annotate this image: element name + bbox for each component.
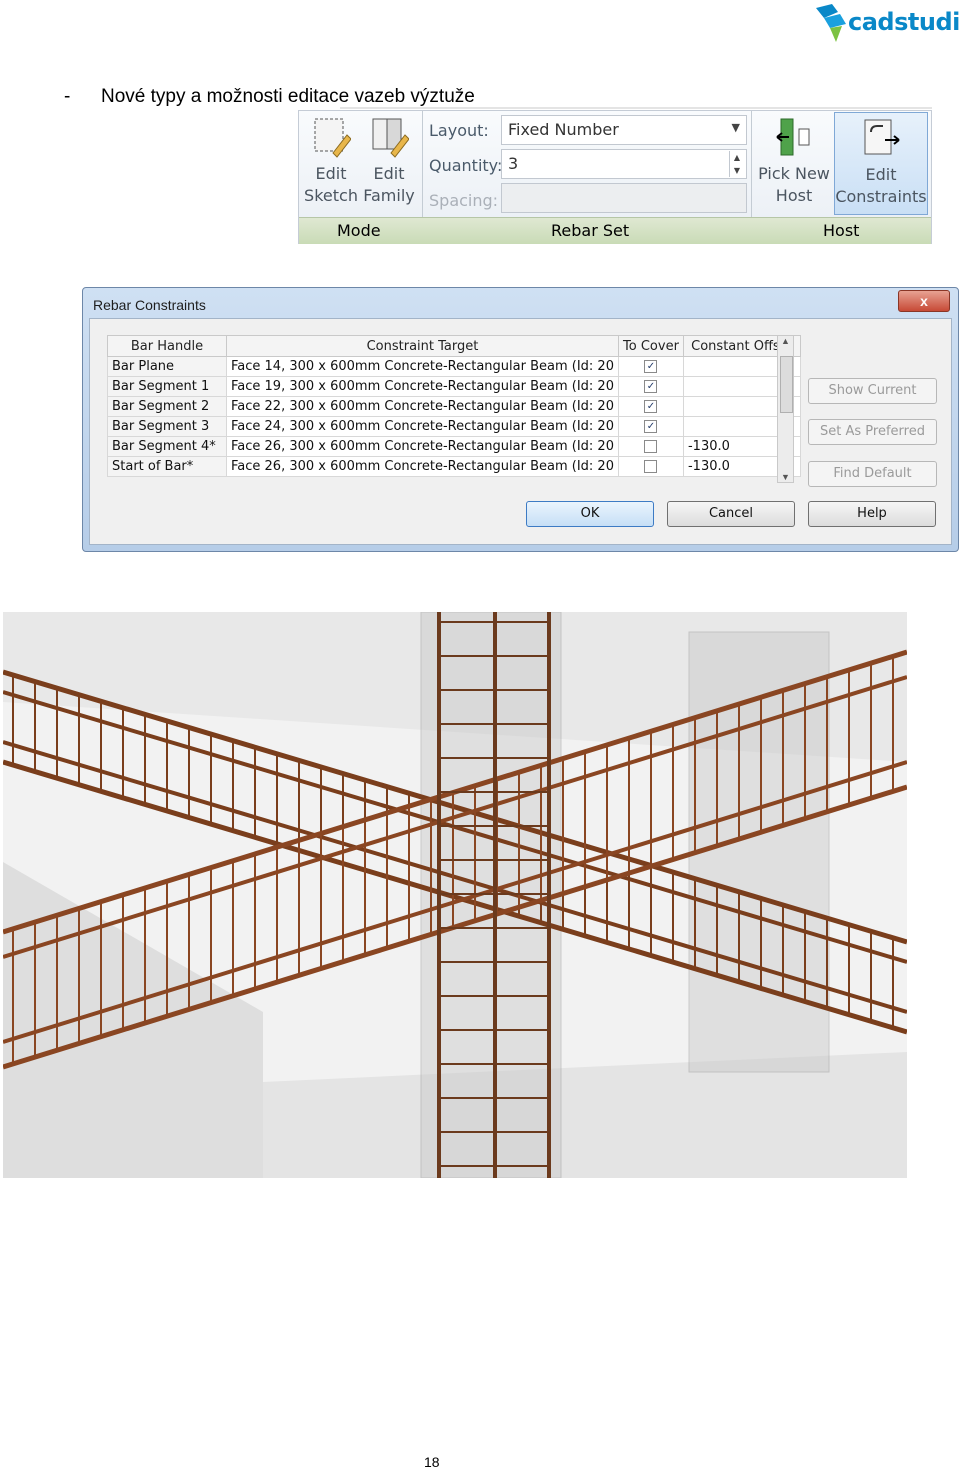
heading-underline [340,107,932,109]
section-heading: Nové typy a možnosti editace vazeb výztu… [101,86,475,107]
table-row[interactable]: Bar Segment 2 Face 22, 300 x 600mm Concr… [107,396,801,417]
constraint-target-cell[interactable]: Face 14, 300 x 600mm Concrete-Rectangula… [226,356,619,377]
set-as-preferred-button[interactable]: Set As Preferred [808,419,937,445]
edit-constraints-label-1: Edit [865,165,897,184]
layout-select[interactable]: Fixed Number ▼ [501,115,747,145]
pick-new-host-label-2: Host [775,186,813,205]
edit-sketch-label-1: Edit [315,164,347,183]
spacing-label: Spacing: [429,191,499,210]
bar-handle-cell: Bar Segment 1 [107,376,227,397]
panel-rebar-set-label: Rebar Set [551,221,630,240]
to-cover-checkbox[interactable]: ✓ [644,420,658,433]
constraint-target-cell[interactable]: Face 22, 300 x 600mm Concrete-Rectangula… [226,396,619,417]
ok-button[interactable]: OK [526,501,654,527]
cancel-button[interactable]: Cancel [667,501,795,527]
edit-sketch-label-2: Sketch [304,186,358,205]
bar-handle-cell: Bar Segment 2 [107,396,227,417]
quantity-stepper[interactable]: ▲ ▼ [729,151,744,177]
table-scrollbar[interactable]: ▲ ▼ [777,335,794,483]
edit-constraints-icon [864,119,900,155]
dialog-body: Bar Handle Constraint Target To Cover Co… [89,318,952,545]
edit-constraints-label-2: Constraints [835,187,927,206]
dialog-title: Rebar Constraints [93,297,206,313]
quantity-input[interactable]: 3 ▲ ▼ [501,149,747,179]
logo-wordmark: cadstudio [848,8,960,36]
column-header-constraint-target[interactable]: Constraint Target [226,335,619,357]
constraint-target-cell[interactable]: Face 26, 300 x 600mm Concrete-Rectangula… [226,456,619,477]
to-cover-checkbox[interactable]: ✓ [644,400,658,413]
edit-family-label-2: Family [363,186,415,205]
bar-handle-cell: Bar Segment 4* [107,436,227,457]
constraint-target-cell[interactable]: Face 26, 300 x 600mm Concrete-Rectangula… [226,436,619,457]
table-row[interactable]: Bar Segment 4* Face 26, 300 x 600mm Conc… [107,436,801,457]
quantity-label: Quantity: [429,156,503,175]
close-button[interactable]: x [898,290,950,312]
to-cover-checkbox[interactable]: ✓ [644,380,658,393]
table-row[interactable]: Bar Plane Face 14, 300 x 600mm Concrete-… [107,356,801,377]
table-row[interactable]: Start of Bar* Face 26, 300 x 600mm Concr… [107,456,801,477]
edit-family-label-1: Edit [373,164,405,183]
scrollbar-thumb[interactable] [780,356,793,413]
table-row[interactable]: Bar Segment 1 Face 19, 300 x 600mm Concr… [107,376,801,397]
page-number: 18 [424,1454,440,1470]
to-cover-checkbox[interactable] [644,440,658,453]
spacing-input[interactable] [501,183,747,213]
edit-family-icon [372,118,409,158]
pick-host-icon [776,118,810,156]
table-row[interactable]: Bar Segment 3 Face 24, 300 x 600mm Concr… [107,416,801,437]
bar-handle-cell: Bar Segment 3 [107,416,227,437]
ribbon-panel-bar: Mode Rebar Set Host [299,217,931,244]
column-header-bar-handle[interactable]: Bar Handle [107,335,227,357]
column-header-to-cover[interactable]: To Cover [617,335,684,357]
layout-label: Layout: [429,121,489,140]
show-current-button[interactable]: Show Current [808,378,937,404]
pick-new-host-label-1: Pick New [758,164,830,183]
scroll-down-icon[interactable]: ▼ [778,472,793,482]
revit-ribbon: Edit Sketch Edit Family Layout: Fixed Nu… [298,110,932,244]
panel-mode-label: Mode [337,221,381,240]
panel-host-label: Host [823,221,860,240]
bar-handle-cell: Start of Bar* [107,456,227,477]
scroll-up-icon[interactable]: ▲ [778,336,793,346]
constraint-target-cell[interactable]: Face 24, 300 x 600mm Concrete-Rectangula… [226,416,619,437]
chevron-down-icon: ▼ [731,121,740,134]
cadstudio-logo-icon [816,4,846,42]
edit-constraints-button[interactable]: Edit Constraints [834,112,928,215]
constraint-target-cell[interactable]: Face 19, 300 x 600mm Concrete-Rectangula… [226,376,619,397]
edit-sketch-button[interactable]: Edit Sketch [303,115,359,207]
bar-handle-cell: Bar Plane [107,356,227,377]
help-button[interactable]: Help [808,501,936,527]
constraints-table: Bar Handle Constraint Target To Cover Co… [107,335,801,477]
bullet-dash: - [64,86,71,107]
quantity-value: 3 [508,154,519,173]
edit-sketch-icon [314,118,351,158]
edit-constraints-content: Edit Constraints [835,116,927,208]
to-cover-checkbox[interactable]: ✓ [644,360,658,373]
layout-value: Fixed Number [508,120,619,139]
rebar-3d-render [3,612,907,1178]
edit-family-button[interactable]: Edit Family [361,115,417,207]
to-cover-checkbox[interactable] [644,460,658,473]
find-default-button[interactable]: Find Default [808,461,937,487]
rebar-constraints-dialog: Rebar Constraints x Bar Handle Constrain… [82,287,959,552]
pick-new-host-button[interactable]: Pick New Host [755,115,833,207]
